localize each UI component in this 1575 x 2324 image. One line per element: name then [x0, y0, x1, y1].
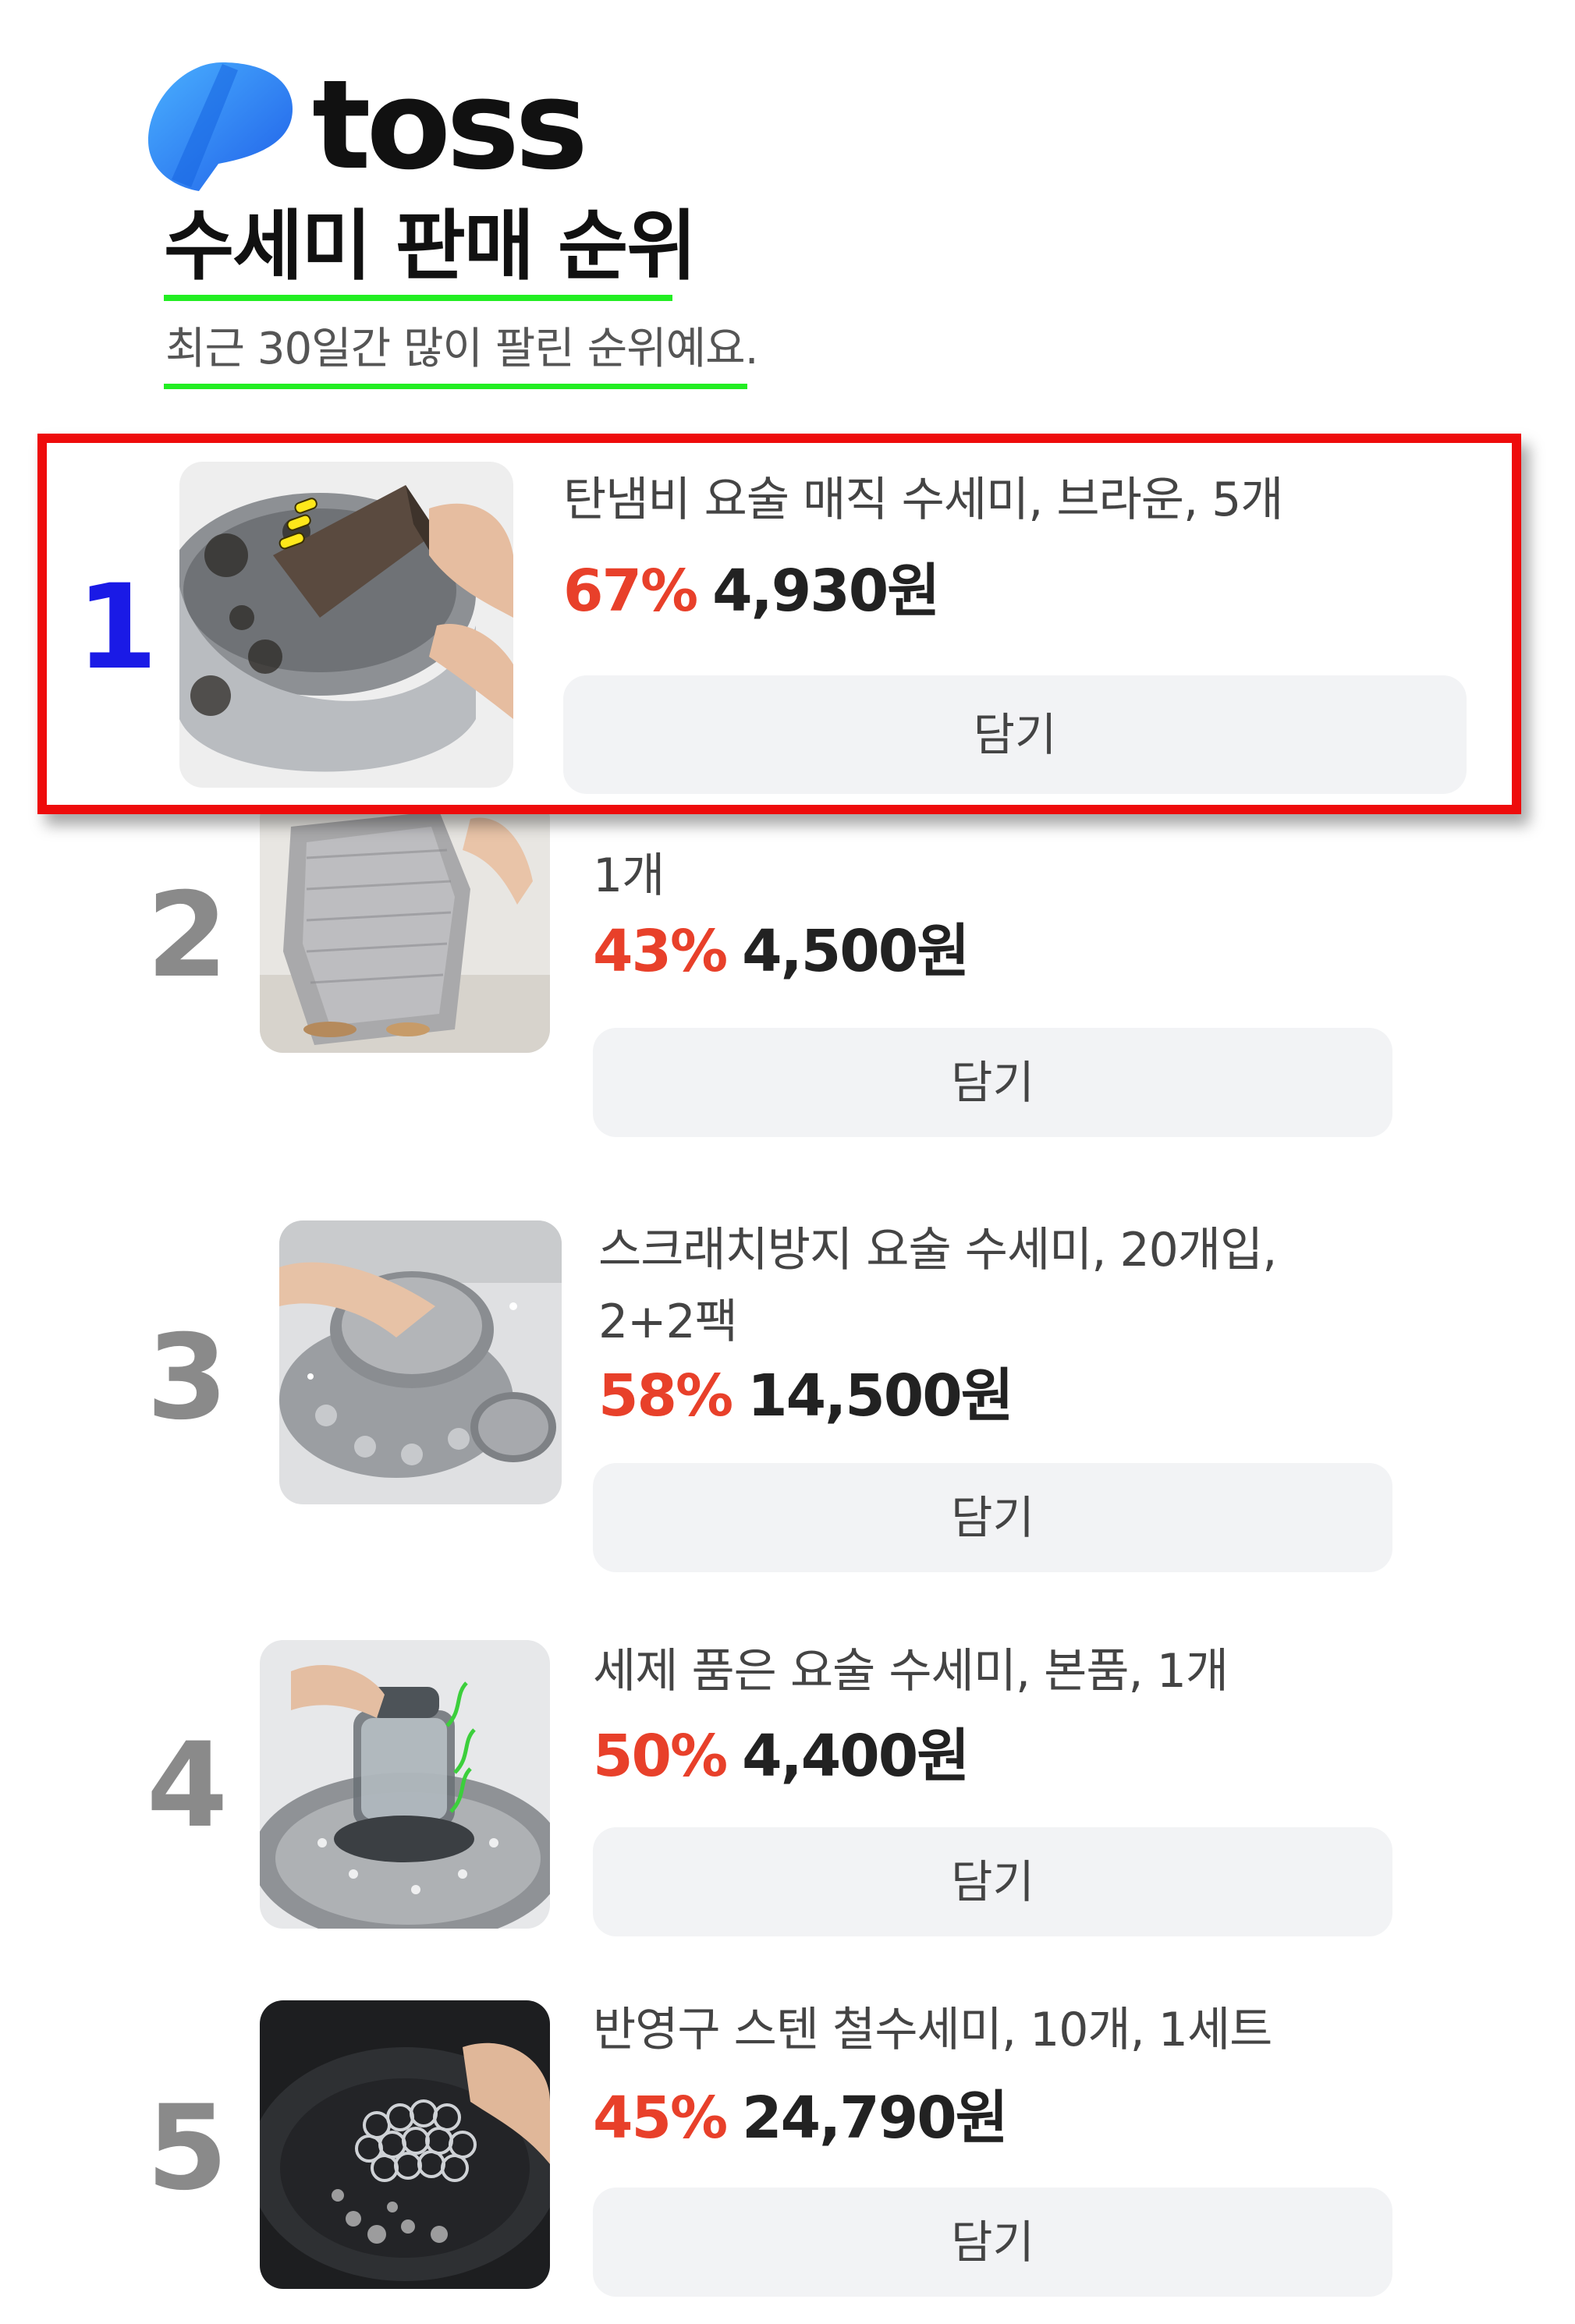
discount-rate: 67%	[563, 558, 698, 625]
product-name-3-line1[interactable]: 스크래치방지 요술 수세미, 20개입,	[598, 1217, 1277, 1284]
price-line-5: 45% 24,790원	[593, 2085, 1009, 2152]
rank-4: 4	[146, 1718, 229, 1854]
title-underline	[164, 295, 672, 301]
add-to-cart-label: 담기	[951, 1855, 1034, 1908]
price: 14,500원	[747, 1362, 1014, 1429]
product-name-2-line2[interactable]: 1개	[593, 842, 665, 910]
product-name-4[interactable]: 세제 품은 요술 수세미, 본품, 1개	[593, 1638, 1229, 1706]
add-to-cart-label: 담기	[951, 1056, 1034, 1109]
rank-1: 1	[76, 560, 158, 696]
discount-rate: 45%	[593, 2085, 728, 2152]
toss-logo: toss	[144, 55, 612, 195]
discount-rate: 50%	[593, 1723, 728, 1790]
product-name-3-line2[interactable]: 2+2팩	[598, 1288, 738, 1356]
product-thumbnail-1[interactable]	[179, 462, 513, 788]
price: 4,400원	[742, 1723, 970, 1790]
add-to-cart-button-5[interactable]: 담기	[593, 2188, 1392, 2297]
add-to-cart-button-4[interactable]: 담기	[593, 1827, 1392, 1936]
product-name-1[interactable]: 탄냄비 요술 매직 수세미, 브라운, 5개	[563, 466, 1283, 534]
discount-rate: 43%	[593, 918, 728, 985]
product-thumbnail-4[interactable]	[260, 1640, 550, 1929]
rank-2: 2	[146, 868, 229, 1004]
product-thumbnail-2[interactable]	[260, 795, 550, 1053]
add-to-cart-label: 담기	[951, 2216, 1034, 2269]
price: 4,930원	[712, 558, 940, 625]
subtitle-underline	[164, 384, 747, 389]
add-to-cart-button-1[interactable]: 담기	[563, 675, 1467, 794]
mesh-cloth-image	[260, 795, 550, 1053]
toss-logo-icon	[148, 62, 293, 191]
brand-name: toss	[312, 54, 588, 197]
product-thumbnail-3[interactable]	[279, 1220, 562, 1504]
chainmail-scrubber-image	[260, 2000, 550, 2289]
price: 24,790원	[742, 2085, 1009, 2152]
product-thumbnail-5[interactable]	[260, 2000, 550, 2289]
price-line-2: 43% 4,500원	[593, 918, 970, 985]
rank-3: 3	[146, 1310, 229, 1446]
rank-5: 5	[146, 2081, 229, 2216]
add-to-cart-button-3[interactable]: 담기	[593, 1463, 1392, 1572]
price-line-1: 67% 4,930원	[563, 558, 940, 625]
price: 4,500원	[742, 918, 970, 985]
page-subtitle: 최근 30일간 많이 팔린 순위예요.	[165, 324, 759, 374]
price-line-3: 58% 14,500원	[598, 1362, 1014, 1429]
product-name-5[interactable]: 반영구 스텐 철수세미, 10개, 1세트	[593, 1996, 1272, 2064]
soap-dispenser-brush-image	[260, 1640, 550, 1929]
add-to-cart-label: 담기	[951, 1491, 1034, 1544]
round-scrubber-image	[279, 1220, 562, 1504]
price-line-4: 50% 4,400원	[593, 1723, 970, 1790]
discount-rate: 58%	[598, 1362, 733, 1429]
add-to-cart-button-2[interactable]: 담기	[593, 1028, 1392, 1137]
magic-sponge-pot-image	[179, 462, 513, 788]
page-title: 수세미 판매 순위	[164, 202, 697, 291]
add-to-cart-label: 담기	[973, 708, 1057, 761]
